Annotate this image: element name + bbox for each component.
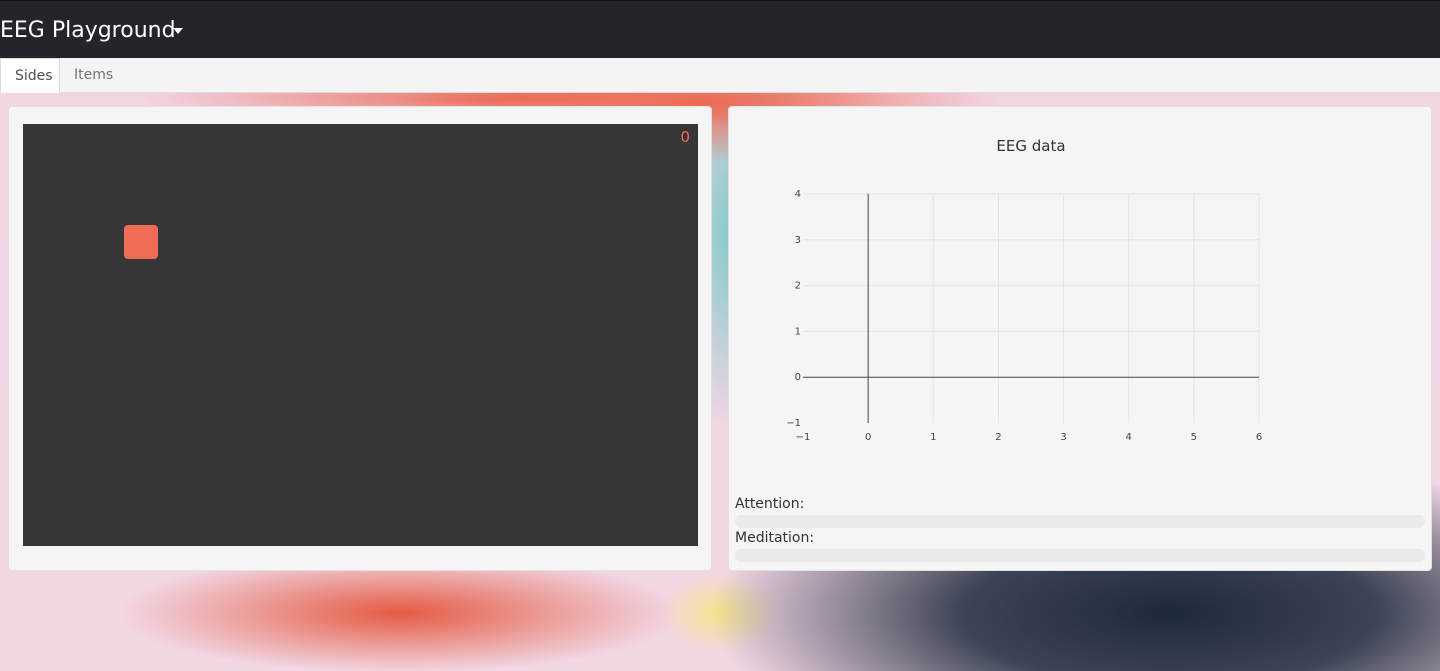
tab-sides[interactable]: Sides [0, 58, 60, 93]
game-card: 0 [8, 106, 712, 571]
x-tick-label: 3 [1060, 432, 1066, 443]
eeg-chart-svg: EEG data −1 0 1 2 3 4 5 6 −1 0 1 2 3 4 [786, 137, 1262, 443]
x-tick-label: 2 [995, 432, 1001, 443]
y-tick-label: −1 [786, 418, 801, 429]
x-tick-label: 6 [1256, 432, 1262, 443]
attention-bar [735, 515, 1425, 528]
y-tick-label: 1 [795, 326, 801, 337]
meditation-bar [735, 549, 1425, 562]
chart-title: EEG data [996, 137, 1065, 155]
tab-bar: Sides Items [0, 58, 1440, 93]
x-tick-label: 4 [1126, 432, 1132, 443]
score-counter: 0 [680, 128, 690, 146]
y-tick-label: 3 [795, 235, 801, 246]
x-tick-label: 1 [930, 432, 936, 443]
top-navbar: EEG Playground [0, 0, 1440, 58]
game-canvas[interactable]: 0 [23, 124, 698, 546]
eeg-card: EEG data −1 0 1 2 3 4 5 6 −1 0 1 2 3 4 Attention: Med… [728, 106, 1432, 571]
meditation-label: Meditation: [735, 530, 815, 546]
app-title-dropdown[interactable]: EEG Playground [0, 17, 176, 45]
y-tick-label: 2 [795, 281, 801, 292]
chevron-down-icon[interactable] [173, 28, 183, 34]
x-tick-label: 5 [1191, 432, 1197, 443]
y-tick-label: 4 [795, 189, 801, 200]
attention-label: Attention: [735, 496, 805, 512]
player-block [124, 225, 158, 259]
tab-items[interactable]: Items [60, 58, 127, 93]
x-tick-label: −1 [796, 432, 811, 443]
y-tick-label: 0 [795, 372, 801, 383]
x-tick-label: 0 [865, 432, 871, 443]
eeg-chart: EEG data −1 0 1 2 3 4 5 6 −1 0 1 2 3 4 [729, 107, 1431, 477]
